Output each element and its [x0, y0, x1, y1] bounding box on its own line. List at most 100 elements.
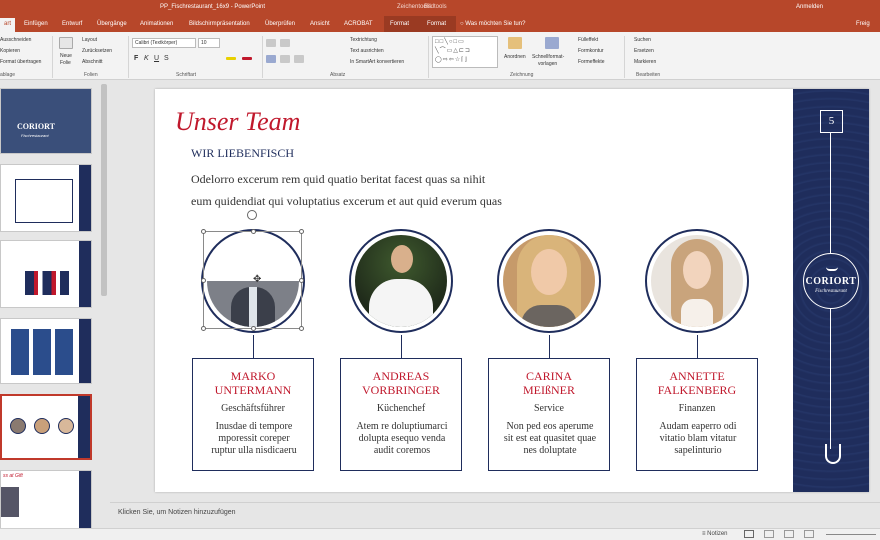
slide-body-line-2[interactable]: eum quidendiat qui voluptatius excerum e… [191, 194, 502, 209]
italic-button[interactable]: K [144, 55, 149, 62]
numbering-icon[interactable] [280, 39, 290, 47]
layout-button[interactable]: Layout [82, 37, 97, 43]
shape-outline-button[interactable]: Formkontur [578, 48, 604, 54]
member-last-name: MEIßNER [523, 383, 575, 397]
align-left-icon[interactable] [266, 55, 276, 63]
font-color-icon[interactable] [242, 57, 252, 60]
slide-sorter-icon[interactable] [764, 530, 774, 538]
slideshow-view-icon[interactable] [804, 530, 814, 538]
reading-view-icon[interactable] [784, 530, 794, 538]
slide-thumbnail-4[interactable] [0, 318, 92, 384]
font-size-select[interactable]: 10 [198, 38, 220, 48]
slide-body-line-1[interactable]: Odelorro excerum rem quid quatio beritat… [191, 172, 485, 187]
slide-title[interactable]: Unser Team [175, 107, 300, 137]
team-photo-andreas[interactable] [349, 229, 453, 333]
slide-subtitle[interactable]: WIR LIEBENFISCH [191, 146, 294, 161]
notes-pane[interactable]: Klicken Sie, um Notizen hinzuzufügen [110, 502, 880, 522]
signin-link[interactable]: Anmelden [796, 4, 823, 10]
smartart-button[interactable]: In SmartArt konvertieren [350, 59, 404, 65]
connector-line [549, 335, 550, 359]
rotate-handle-icon[interactable] [247, 210, 257, 220]
tab-insert[interactable]: Einfügen [24, 21, 48, 27]
quick-styles-icon[interactable] [545, 37, 559, 49]
resize-handle[interactable] [201, 278, 206, 283]
tab-design[interactable]: Entwurf [62, 21, 82, 27]
move-cursor-icon: ✥ [253, 274, 262, 285]
group-label-font: Schriftart [176, 72, 197, 78]
zoom-slider[interactable] [826, 534, 876, 535]
member-last-name: VORBRINGER [361, 383, 440, 397]
team-card-annette[interactable]: ANNETTE FALKENBERG Finanzen Audam eaperro… [636, 358, 758, 471]
find-button[interactable]: Suchen [634, 37, 651, 43]
resize-handle[interactable] [299, 326, 304, 331]
bullets-icon[interactable] [266, 39, 276, 47]
replace-button[interactable]: Ersetzen [634, 48, 654, 54]
tab-transitions[interactable]: Übergänge [97, 21, 127, 27]
resize-handle[interactable] [251, 326, 256, 331]
align-center-icon[interactable] [280, 55, 290, 63]
tab-acrobat[interactable]: ACROBAT [344, 21, 373, 27]
team-card-andreas[interactable]: ANDREAS VORBRINGER Küchenchef Atem re dol… [340, 358, 462, 471]
font-name-select[interactable]: Calibri (Textkörper) [132, 38, 196, 48]
title-bar: PP_Fischrestaurant_16x9 - PowerPoint Zei… [0, 0, 880, 16]
slide-thumbnail-2[interactable] [0, 164, 92, 232]
slide-thumbnail-3[interactable] [0, 240, 92, 308]
shapes-gallery[interactable]: □□╲○□▭ ╲⌒▭△⊏⊐ ◯⇨⇦☆⌈⌋ [432, 36, 498, 68]
member-first-name: ANNETTE [669, 369, 725, 383]
resize-handle[interactable] [299, 229, 304, 234]
woman-long-hair-photo [651, 235, 743, 327]
logo-subtitle: Fischrestaurant [815, 289, 847, 294]
new-slide-label-2: Folie [60, 60, 71, 66]
tab-view[interactable]: Ansicht [310, 21, 330, 27]
slide-thumbnail-5-selected[interactable] [0, 394, 92, 460]
arrange-icon[interactable] [508, 37, 522, 49]
cut-button[interactable]: Ausschneiden [0, 37, 31, 43]
arrange-button[interactable]: Anordnen [504, 54, 526, 60]
shadow-button[interactable]: S [164, 55, 169, 62]
underline-button[interactable]: U [154, 55, 159, 62]
team-photo-carina[interactable] [497, 229, 601, 333]
bold-button[interactable]: F [134, 55, 138, 62]
slide-canvas[interactable]: 5 CORIORT Fischrestaurant Unser Team WIR… [155, 89, 869, 492]
resize-handle[interactable] [201, 326, 206, 331]
ribbon-separator [262, 36, 263, 78]
team-card-marko[interactable]: MARKO UNTERMANN Geschäftsführer Inusdae d… [192, 358, 314, 471]
shape-effects-button[interactable]: Formeffekte [578, 59, 605, 65]
team-card-carina[interactable]: CARINA MEIßNER Service Non ped eos aperum… [488, 358, 610, 471]
quick-styles-button[interactable]: Schnellformat- [532, 54, 564, 60]
notes-toggle-button[interactable]: ≡ Notizen [702, 531, 728, 537]
text-direction-button[interactable]: Textrichtung [350, 37, 377, 43]
member-first-name: ANDREAS [372, 369, 430, 383]
tab-slideshow[interactable]: Bildschirmpräsentation [189, 21, 250, 27]
thumbnail-scrollbar[interactable] [101, 84, 107, 296]
align-right-icon[interactable] [294, 55, 304, 63]
select-button[interactable]: Markieren [634, 59, 656, 65]
align-text-button[interactable]: Text ausrichten [350, 48, 384, 54]
tab-animations[interactable]: Animationen [140, 21, 173, 27]
tell-me-search[interactable]: ○ Was möchten Sie tun? [460, 21, 525, 27]
section-button[interactable]: Abschnitt [82, 59, 103, 65]
tab-start[interactable]: art [0, 18, 16, 32]
resize-handle[interactable] [251, 229, 256, 234]
slide-thumbnail-6[interactable]: ss at Gift [0, 470, 92, 530]
resize-handle[interactable] [201, 229, 206, 234]
new-slide-icon[interactable] [59, 37, 73, 49]
highlight-icon[interactable] [226, 57, 236, 60]
member-first-name: CARINA [525, 369, 572, 383]
team-photo-annette[interactable] [645, 229, 749, 333]
copy-button[interactable]: Kopieren [0, 48, 20, 54]
format-painter-button[interactable]: Format übertragen [0, 59, 41, 65]
share-button[interactable]: Freig [856, 21, 870, 27]
notes-toggle-label: Notizen [707, 531, 728, 537]
normal-view-icon[interactable] [744, 530, 754, 538]
group-label-slides: Folien [84, 72, 98, 78]
resize-handle[interactable] [299, 278, 304, 283]
shape-fill-button[interactable]: Fülleffekt [578, 37, 598, 43]
member-name: ANDREAS VORBRINGER [341, 369, 461, 397]
tab-review[interactable]: Überprüfen [265, 21, 295, 27]
reset-button[interactable]: Zurücksetzen [82, 48, 112, 54]
ribbon-separator [428, 36, 429, 78]
tab-format-drawing[interactable]: Format [390, 21, 409, 27]
slide-thumbnail-1[interactable]: CORIORT Fischrestaurant [0, 88, 92, 154]
tab-format-picture[interactable]: Format [427, 21, 446, 27]
